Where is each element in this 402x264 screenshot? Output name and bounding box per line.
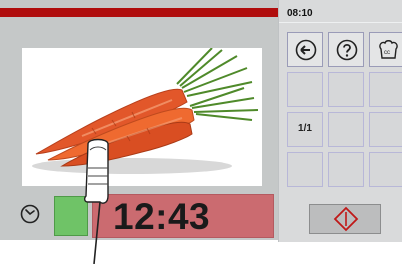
- grid-cell-empty[interactable]: [328, 152, 364, 187]
- divider: [279, 22, 402, 23]
- timer-display[interactable]: 12:43: [92, 194, 274, 238]
- grid-cell-empty[interactable]: [287, 152, 323, 187]
- help-icon: [336, 39, 358, 61]
- status-indicator-green: [54, 196, 88, 236]
- back-arrow-icon: [295, 39, 317, 61]
- chef-hat-cc-icon: cc: [379, 40, 398, 59]
- grid-cell-empty[interactable]: [287, 72, 323, 107]
- back-button[interactable]: [287, 32, 323, 67]
- clock-time: 08:10: [287, 8, 313, 19]
- function-grid: cc 1/1: [287, 32, 402, 187]
- cook-mode-button[interactable]: cc: [369, 32, 402, 67]
- portion-label: 1/1: [298, 123, 312, 134]
- clock-icon: [20, 204, 40, 224]
- timer-value: 12:43: [113, 196, 211, 237]
- grid-cell-empty[interactable]: [369, 152, 402, 187]
- status-bar-red: [0, 8, 278, 17]
- grid-cell-empty[interactable]: [328, 112, 364, 147]
- cooking-panel: 12:43: [0, 0, 278, 240]
- carrots-illustration: [32, 48, 259, 174]
- svg-text:cc: cc: [384, 50, 390, 56]
- grid-cell-empty[interactable]: [369, 72, 402, 107]
- grid-cell-empty[interactable]: [369, 112, 402, 147]
- start-stop-button[interactable]: [309, 204, 381, 234]
- start-stop-diamond-icon: [333, 206, 359, 232]
- grid-cell-portion[interactable]: 1/1: [287, 112, 323, 147]
- food-image-carrots[interactable]: [22, 48, 262, 186]
- control-panel: 08:10 cc 1/1: [278, 0, 402, 242]
- grid-cell-empty[interactable]: [328, 72, 364, 107]
- help-button[interactable]: [328, 32, 364, 67]
